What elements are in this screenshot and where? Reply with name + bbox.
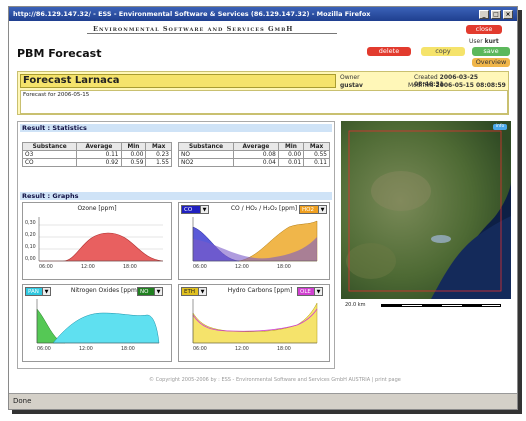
x-tick-label: 18:00 (123, 265, 137, 270)
page-title: PBM Forecast (17, 47, 102, 60)
statistics-header: Result : Statistics (20, 124, 332, 132)
table-cell: 0.00 (277, 150, 305, 159)
co-graph: CO ▼ CO / HO₂ / H₂O₂ [ppm] HO2 ▼ 06:00 12:… (178, 202, 330, 280)
column-header: Average (76, 142, 122, 151)
footer-copyright: © Copyright 2005-2006 by : ESS - Environ… (149, 377, 401, 383)
table-cell: O3 (21, 150, 78, 159)
column-header: Min (277, 142, 305, 151)
statistics-table-left: Substance Average Min Max O3 0.11 0.00 0… (21, 142, 172, 167)
table-cell: 0.11 (303, 158, 330, 167)
map-info-badge[interactable]: info (493, 124, 507, 130)
table-cell: CO (21, 158, 78, 167)
table-cell: 1.55 (145, 158, 172, 167)
browser-window: http://86.129.147.32/ - ESS - Environmen… (8, 6, 518, 410)
forecast-header: Forecast Larnaca Owner gustav Created 20… (17, 71, 509, 115)
column-header: Substance (177, 142, 235, 151)
table-row: NO2 0.04 0.01 0.11 (177, 158, 330, 167)
company-name: Environmental Software and Services GmbH (93, 25, 294, 33)
modified-info: Modified 2006-05-15 08:08:59 (408, 82, 506, 89)
table-cell: 0.92 (76, 158, 122, 167)
column-header: Max (303, 142, 330, 151)
y-tick-label: 0,30 (25, 221, 36, 226)
satellite-map[interactable]: info (341, 121, 511, 299)
x-tick-label: 12:00 (235, 265, 249, 270)
maximize-icon[interactable]: □ (491, 9, 501, 19)
x-tick-label: 06:00 (37, 347, 51, 352)
x-tick-label: 06:00 (193, 347, 207, 352)
table-cell: 0.23 (145, 150, 172, 159)
graphs-header: Result : Graphs (20, 192, 332, 200)
window-close-icon[interactable]: × (503, 9, 513, 19)
owner-value: gustav (340, 82, 363, 89)
table-cell: 0.59 (120, 158, 147, 167)
close-button[interactable]: close (466, 25, 502, 34)
table-cell: NO (177, 150, 235, 159)
owner-label: Owner (340, 74, 360, 81)
created-label: Created (414, 74, 438, 81)
table-header-row: Substance Average Min Max (177, 142, 330, 151)
column-header: Substance (21, 142, 78, 151)
divider (87, 33, 337, 34)
y-tick-label: 0,10 (25, 245, 36, 250)
y-tick-label: 0,00 (25, 257, 36, 262)
scale-bar (381, 304, 501, 307)
map-scale: 20.0 km (345, 302, 509, 309)
browser-titlebar: http://86.129.147.32/ - ESS - Environmen… (9, 7, 517, 21)
table-cell: NO2 (177, 158, 235, 167)
user-label: User (469, 38, 483, 45)
hc-graph: ETH ▼ Hydro Carbons [ppm] OLE ▼ 06:00 12:0… (178, 284, 330, 362)
user-info: User kurt (469, 38, 499, 45)
x-tick-label: 06:00 (39, 265, 53, 270)
x-tick-label: 12:00 (81, 265, 95, 270)
table-cell: 0.08 (233, 150, 279, 159)
x-tick-label: 18:00 (121, 347, 135, 352)
minimize-icon[interactable]: _ (479, 9, 489, 19)
table-row: NO 0.08 0.00 0.55 (177, 150, 330, 159)
map-image (341, 121, 511, 299)
save-button[interactable]: save (472, 47, 510, 56)
window-title: http://86.129.147.32/ - ESS - Environmen… (13, 10, 371, 18)
ozone-graph: Ozone [ppm] 0,30 0,20 0,10 0,00 06:00 12… (22, 202, 172, 280)
page-content: Environmental Software and Services GmbH… (9, 21, 517, 393)
x-tick-label: 06:00 (193, 265, 207, 270)
x-tick-label: 18:00 (277, 347, 291, 352)
column-header: Min (120, 142, 147, 151)
x-tick-label: 18:00 (277, 265, 291, 270)
x-tick-label: 12:00 (79, 347, 93, 352)
user-name: kurt (484, 38, 499, 45)
scale-label: 20.0 km (345, 302, 366, 308)
statistics-table-right: Substance Average Min Max NO 0.08 0.00 0… (177, 142, 330, 167)
column-header: Average (233, 142, 279, 151)
forecast-description-field[interactable]: Forecast for 2006-05-15 (20, 90, 508, 114)
nox-graph: PAN ▼ Nitrogen Oxides [ppm] NO ▼ 06:00 12:… (22, 284, 172, 362)
x-tick-label: 12:00 (235, 347, 249, 352)
modified-label: Modified (408, 82, 434, 89)
forecast-name-field[interactable]: Forecast Larnaca (20, 74, 336, 88)
table-cell: 0.55 (303, 150, 330, 159)
delete-button[interactable]: delete (367, 47, 411, 56)
table-cell: 0.04 (233, 158, 279, 167)
modified-value: 2006-05-15 08:08:59 (435, 82, 506, 89)
copy-button[interactable]: copy (421, 47, 465, 56)
table-cell: 0.11 (76, 150, 122, 159)
table-row: O3 0.11 0.00 0.23 (21, 150, 172, 159)
results-panel: Result : Statistics Substance Average Mi… (17, 121, 335, 369)
y-tick-label: 0,20 (25, 233, 36, 238)
table-cell: 0.01 (277, 158, 305, 167)
column-header: Max (145, 142, 172, 151)
table-header-row: Substance Average Min Max (21, 142, 172, 151)
overview-button[interactable]: Overview (472, 58, 510, 67)
table-row: CO 0.92 0.59 1.55 (21, 158, 172, 167)
status-bar: Done (9, 393, 517, 409)
table-cell: 0.00 (120, 150, 147, 159)
